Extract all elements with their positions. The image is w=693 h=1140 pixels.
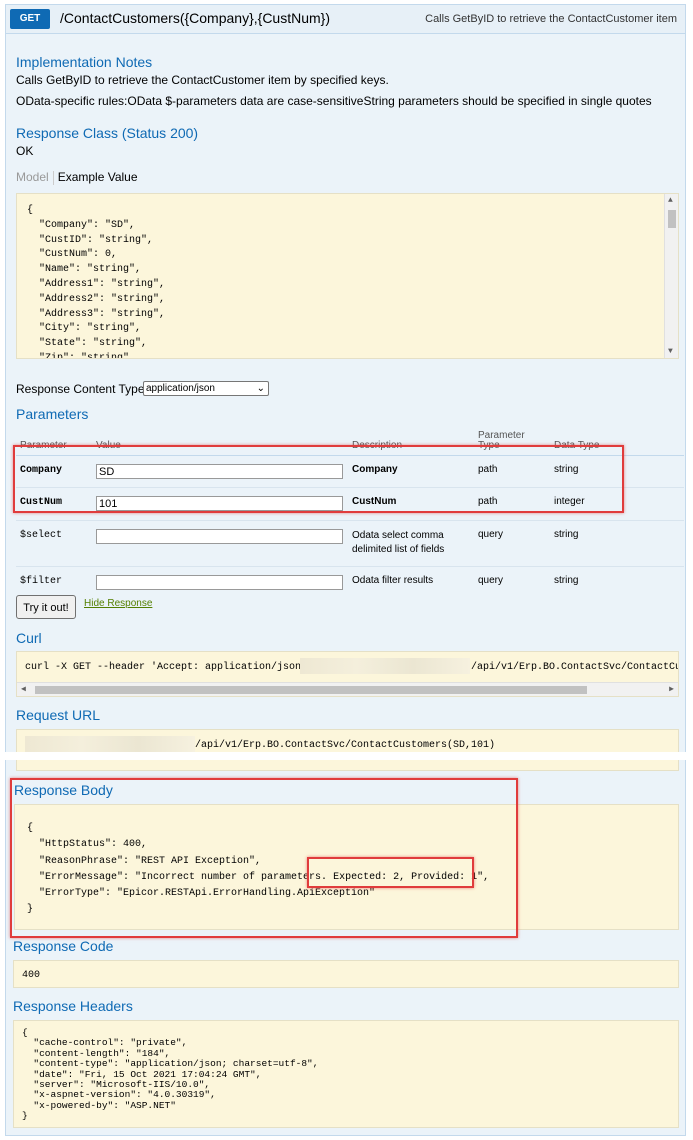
select-input[interactable] — [96, 529, 343, 544]
example-value-box[interactable]: { "Company": "SD", "CustID": "string", "… — [16, 193, 679, 359]
response-headers-code: { "cache-control": "private", "content-l… — [22, 1027, 319, 1122]
curl-suffix: /api/v1/Erp.BO.ContactSvc/ContactCust — [471, 662, 679, 673]
implementation-notes-line1: Calls GetByID to retrieve the ContactCus… — [16, 73, 389, 87]
scroll-down-icon[interactable]: ▼ — [668, 347, 673, 356]
try-it-out-button[interactable]: Try it out! — [16, 595, 76, 619]
request-url-suffix: /api/v1/Erp.BO.ContactSvc/ContactCustome… — [195, 740, 496, 751]
scroll-left-icon[interactable]: ◀ — [21, 684, 26, 694]
chevron-down-icon: ⌄ — [256, 383, 265, 394]
scroll-up-icon[interactable]: ▲ — [668, 196, 673, 205]
redacted-host — [25, 736, 195, 752]
content-type-label: Response Content Type — [16, 382, 145, 396]
param-type: query — [478, 575, 504, 586]
response-code-box[interactable]: 400 — [13, 960, 679, 988]
example-value-code: { "Company": "SD", "CustID": "string", "… — [27, 205, 166, 359]
operation-panel: GET /ContactCustomers({Company},{CustNum… — [5, 4, 686, 1136]
screenshot-seam — [0, 752, 693, 760]
redacted-host — [300, 658, 470, 674]
param-type: query — [478, 529, 504, 540]
table-row: $select Odata select comma delimited lis… — [16, 520, 684, 567]
tab-model[interactable]: Model — [16, 170, 49, 184]
operation-path[interactable]: /ContactCustomers({Company},{CustNum}) — [60, 10, 330, 26]
http-method-badge[interactable]: GET — [10, 9, 50, 29]
table-row: $filter Odata filter results query strin… — [16, 567, 684, 597]
response-headers-heading: Response Headers — [13, 998, 133, 1014]
param-data-type: string — [554, 575, 579, 586]
operation-header[interactable]: GET /ContactCustomers({Company},{CustNum… — [6, 5, 685, 34]
response-class-heading: Response Class (Status 200) — [16, 125, 199, 141]
curl-box[interactable]: curl -X GET --header 'Accept: applicatio… — [16, 651, 679, 697]
response-class-status: OK — [16, 144, 34, 158]
filter-input[interactable] — [96, 575, 343, 590]
curl-scrollbar[interactable]: ◀ ▶ — [17, 682, 678, 696]
example-value-scrollbar[interactable]: ▲ ▼ — [664, 194, 678, 358]
param-name: $filter — [20, 576, 63, 587]
implementation-notes-heading: Implementation Notes — [16, 54, 153, 70]
tab-divider — [52, 170, 54, 185]
param-description: Odata select comma delimited list of fie… — [352, 530, 445, 555]
highlight-error-detail — [307, 857, 474, 888]
request-url-box[interactable]: /api/v1/Erp.BO.ContactSvc/ContactCustome… — [16, 729, 679, 771]
content-type-select[interactable]: application/json ⌄ — [143, 381, 269, 396]
scrollbar-thumb[interactable] — [35, 686, 587, 694]
model-tabs: Model Example Value — [16, 170, 138, 185]
implementation-notes-line2: OData-specific rules:OData $-parameters … — [16, 94, 652, 108]
request-url-heading: Request URL — [16, 707, 101, 723]
response-code-value: 400 — [22, 970, 41, 981]
response-code-heading: Response Code — [13, 938, 114, 954]
highlight-path-params — [13, 445, 624, 513]
param-name: $select — [20, 530, 63, 541]
response-headers-box[interactable]: { "cache-control": "private", "content-l… — [13, 1020, 679, 1128]
scroll-right-icon[interactable]: ▶ — [669, 684, 674, 694]
curl-prefix: curl -X GET --header 'Accept: applicatio… — [25, 662, 308, 673]
hide-response-link[interactable]: Hide Response — [84, 598, 152, 609]
parameters-heading: Parameters — [16, 406, 89, 422]
operation-summary[interactable]: Calls GetByID to retrieve the ContactCus… — [425, 13, 677, 25]
content-type-value: application/json — [146, 383, 215, 394]
curl-heading: Curl — [16, 630, 42, 646]
param-description: Odata filter results — [352, 575, 434, 586]
tab-example-value[interactable]: Example Value — [58, 170, 138, 184]
param-data-type: string — [554, 529, 579, 540]
scrollbar-thumb[interactable] — [668, 210, 676, 228]
